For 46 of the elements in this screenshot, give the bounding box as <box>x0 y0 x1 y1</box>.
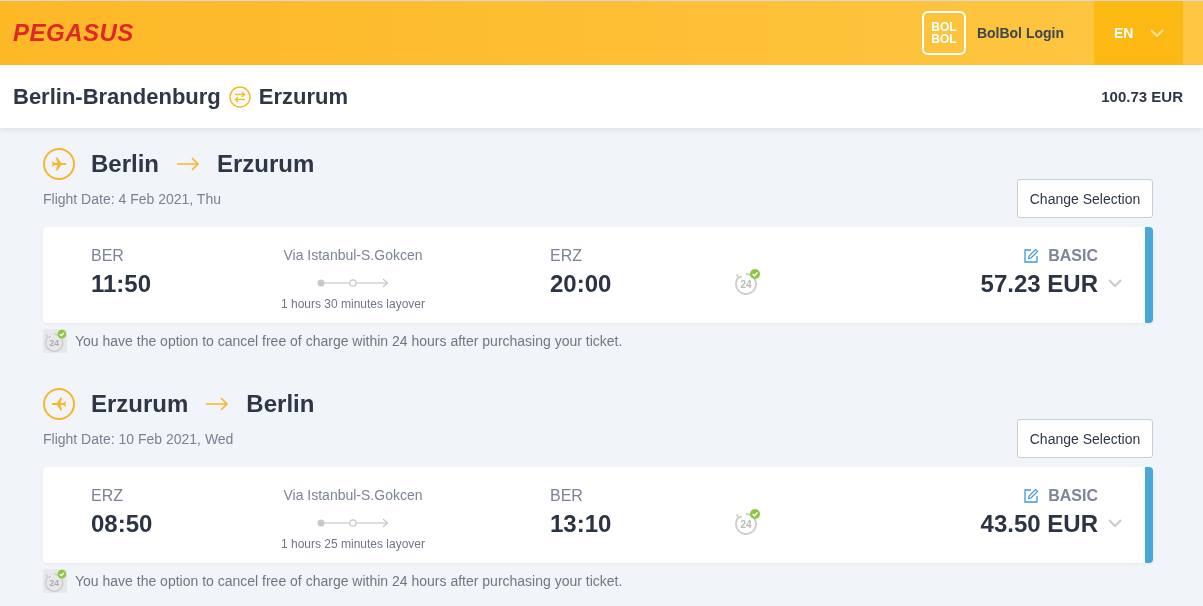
swap-arrows-icon <box>228 85 251 108</box>
flight-date: Flight Date: 4 Feb 2021, Thu <box>43 190 221 207</box>
via-airport: Via Istanbul-S.Gokcen <box>283 246 423 264</box>
arrival-time: 13:10 <box>550 510 613 538</box>
arrival-time: 20:00 <box>550 270 613 298</box>
via-airport: Via Istanbul-S.Gokcen <box>283 486 423 504</box>
fare-price: 43.50 EUR <box>980 510 1098 538</box>
arrow-right-icon <box>176 157 200 171</box>
arrival-city: Berlin <box>246 390 315 418</box>
flight-card[interactable]: BER 11:50 Via Istanbul-S.Gokcen 1 hours 30 minutes layover ERZ 20:00 24 BASIC 57.23 EUR <box>43 227 1153 323</box>
airplane-icon <box>43 148 75 180</box>
cancellation-notice: You have the option to cancel free of charge within 24 hours after purchasing your ticket. <box>75 573 623 589</box>
layover-duration: 1 hours 30 minutes layover <box>280 297 426 312</box>
login-link[interactable]: BolBol Login <box>976 25 1064 41</box>
layover-duration: 1 hours 25 minutes layover <box>280 537 426 552</box>
departure-city: Erzurum <box>91 390 189 418</box>
edit-icon <box>1023 248 1040 264</box>
origin-city: Berlin-Brandenburg <box>13 83 221 110</box>
departure-time: 08:50 <box>91 510 154 538</box>
departure-airport-code: ERZ <box>91 486 124 506</box>
cancellation-notice: You have the option to cancel free of charge within 24 hours after purchasing your ticket. <box>75 333 623 349</box>
departure-airport-code: BER <box>91 246 125 266</box>
change-selection-button[interactable]: Change Selection <box>1017 419 1153 458</box>
arrival-airport-code: ERZ <box>550 246 583 266</box>
route-stops-icon <box>317 278 389 288</box>
arrow-right-icon <box>205 397 230 411</box>
arrival-city: Erzurum <box>217 150 315 178</box>
free-cancel-24h-icon: 24 <box>43 569 67 593</box>
fare-type: BASIC <box>1048 247 1098 265</box>
fare-price: 57.23 EUR <box>980 270 1098 298</box>
chevron-down-icon <box>1150 29 1165 37</box>
airplane-icon <box>43 388 75 420</box>
fare-type: BASIC <box>1048 487 1098 505</box>
destination-city: Erzurum <box>258 83 349 110</box>
free-cancel-24h-icon: 24 <box>43 329 67 353</box>
chevron-down-icon[interactable] <box>1108 519 1122 527</box>
departure-time: 11:50 <box>91 270 153 298</box>
edit-icon <box>1023 488 1040 504</box>
change-selection-button[interactable]: Change Selection <box>1017 179 1153 218</box>
flight-card[interactable]: ERZ 08:50 Via Istanbul-S.Gokcen 1 hours 25 minutes layover BER 13:10 24 BASIC 43.50 EUR <box>43 467 1153 563</box>
total-price: 100.73 EUR <box>1101 88 1183 105</box>
route-stops-icon <box>317 518 389 528</box>
flight-date: Flight Date: 10 Feb 2021, Wed <box>43 430 234 447</box>
chevron-down-icon[interactable] <box>1108 279 1122 287</box>
arrival-airport-code: BER <box>550 486 584 506</box>
departure-city: Berlin <box>91 150 159 178</box>
